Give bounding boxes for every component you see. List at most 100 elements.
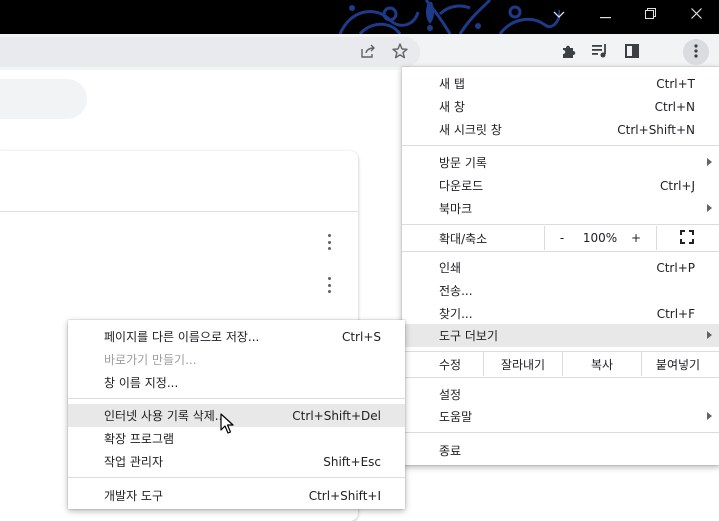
fullscreen-button[interactable] (672, 226, 702, 250)
submenu-item-clear-data[interactable]: 인터넷 사용 기록 삭제... Ctrl+Shift+Del (68, 404, 405, 427)
restore-button[interactable] (627, 0, 673, 30)
menu-item-label: 페이지를 다른 이름으로 저장... (104, 330, 260, 344)
card-divider (0, 211, 358, 212)
title-bar (0, 0, 719, 34)
menu-item-label: 작업 관리자 (104, 455, 164, 469)
submenu-item-name-window[interactable]: 창 이름 지정... (68, 371, 405, 394)
menu-item-print[interactable]: 인쇄 Ctrl+P (402, 256, 719, 279)
share-button[interactable] (358, 41, 380, 63)
zoom-in-button[interactable]: + (626, 226, 646, 250)
menu-item-label: 설정 (439, 388, 462, 402)
menu-item-label: 찾기... (439, 307, 473, 321)
menu-separator (402, 224, 719, 225)
menu-item-shortcut: Ctrl+Shift+I (308, 488, 381, 503)
more-tools-submenu: 페이지를 다른 이름으로 저장... Ctrl+S 바로가기 만들기... 창 … (68, 320, 405, 509)
menu-item-shortcut: Ctrl+T (656, 76, 695, 91)
side-panel-icon (625, 43, 639, 61)
menu-item-label: 개발자 도구 (104, 489, 164, 503)
zoom-divider (656, 226, 657, 250)
menu-item-shortcut: Shift+Esc (323, 454, 381, 469)
menu-separator (402, 251, 719, 252)
menu-item-label: 인터넷 사용 기록 삭제... (104, 409, 227, 423)
menu-item-label: 도움말 (439, 410, 473, 424)
submenu-item-extensions[interactable]: 확장 프로그램 (68, 427, 405, 450)
menu-separator (68, 398, 405, 399)
tab-search-button[interactable] (536, 0, 582, 30)
menu-item-find[interactable]: 찾기... Ctrl+F (402, 302, 719, 325)
menu-item-shortcut: Ctrl+P (656, 260, 695, 275)
zoom-level: 100% (582, 231, 618, 245)
edit-label: 수정 (439, 357, 462, 372)
side-panel-button[interactable] (621, 41, 643, 63)
chrome-main-menu: 새 탭 Ctrl+T 새 창 Ctrl+N 새 시크릿 창 Ctrl+Shift… (402, 67, 719, 465)
menu-item-help[interactable]: 도움말 (402, 405, 719, 428)
menu-item-new-tab[interactable]: 새 탭 Ctrl+T (402, 72, 719, 95)
menu-item-shortcut: Ctrl+Shift+N (617, 122, 695, 137)
menu-item-shortcut: Ctrl+Shift+Del (292, 408, 381, 423)
minimize-icon (599, 8, 611, 22)
menu-item-exit[interactable]: 종료 (402, 439, 719, 462)
zoom-row: 확대/축소 - 100% + (402, 226, 719, 250)
menu-item-shortcut: Ctrl+J (660, 178, 695, 193)
menu-item-cast[interactable]: 전송... (402, 279, 719, 302)
menu-item-label: 창 이름 지정... (104, 376, 179, 390)
submenu-item-task-manager[interactable]: 작업 관리자 Shift+Esc (68, 450, 405, 473)
submenu-item-dev-tools[interactable]: 개발자 도구 Ctrl+Shift+I (68, 484, 405, 507)
paste-button[interactable]: 붙여넣기 (642, 352, 714, 376)
browser-toolbar (0, 34, 719, 70)
menu-item-history[interactable]: 방문 기록 (402, 151, 719, 174)
row-more-icon[interactable] (327, 234, 331, 250)
bookmark-star-icon (392, 42, 408, 62)
share-icon (361, 44, 377, 61)
address-bar[interactable] (0, 37, 420, 67)
minimize-button[interactable] (582, 0, 628, 30)
menu-item-label: 도구 더보기 (439, 329, 499, 343)
submenu-arrow-icon (707, 204, 712, 212)
menu-item-label: 방문 기록 (439, 156, 487, 170)
submenu-item-save-page[interactable]: 페이지를 다른 이름으로 저장... Ctrl+S (68, 325, 405, 348)
menu-item-more-tools[interactable]: 도구 더보기 (402, 324, 719, 347)
menu-item-label: 바로가기 만들기... (104, 353, 197, 367)
search-box[interactable] (0, 79, 87, 119)
menu-separator (402, 432, 719, 433)
menu-item-label: 종료 (439, 444, 462, 458)
submenu-item-create-shortcut: 바로가기 만들기... (68, 348, 405, 371)
bookmark-button[interactable] (389, 41, 411, 63)
submenu-arrow-icon (707, 331, 712, 339)
menu-item-shortcut: Ctrl+F (656, 306, 695, 321)
extensions-button[interactable] (558, 41, 580, 63)
menu-item-new-window[interactable]: 새 창 Ctrl+N (402, 95, 719, 118)
zoom-label: 확대/축소 (439, 231, 488, 246)
submenu-arrow-icon (707, 158, 712, 166)
menu-item-settings[interactable]: 설정 (402, 383, 719, 406)
restore-icon (644, 8, 656, 22)
menu-item-label: 확장 프로그램 (104, 432, 175, 446)
zoom-out-button[interactable]: - (552, 226, 572, 250)
copy-button[interactable]: 복사 (563, 352, 641, 376)
extensions-icon (561, 43, 577, 62)
media-control-button[interactable] (589, 41, 611, 63)
cut-button[interactable]: 잘라내기 (484, 352, 562, 376)
menu-item-shortcut: Ctrl+N (654, 99, 695, 114)
kebab-menu-icon (694, 43, 698, 61)
fullscreen-icon (680, 229, 694, 247)
menu-separator (402, 145, 719, 146)
chevron-down-icon (553, 8, 565, 22)
menu-item-bookmarks[interactable]: 북마크 (402, 197, 719, 220)
menu-separator (402, 377, 719, 378)
menu-item-downloads[interactable]: 다운로드 Ctrl+J (402, 174, 719, 197)
menu-item-label: 새 시크릿 창 (439, 123, 502, 137)
menu-item-incognito[interactable]: 새 시크릿 창 Ctrl+Shift+N (402, 118, 719, 141)
menu-item-shortcut: Ctrl+S (341, 329, 381, 344)
theme-pattern (338, 0, 560, 34)
menu-item-label: 다운로드 (439, 179, 484, 193)
media-control-icon (592, 43, 608, 61)
close-button[interactable] (673, 0, 719, 30)
menu-item-label: 전송... (439, 284, 473, 298)
menu-item-label: 새 창 (439, 100, 465, 114)
row-more-icon[interactable] (327, 277, 331, 293)
chrome-menu-button[interactable] (683, 39, 709, 65)
menu-item-label: 새 탭 (439, 77, 465, 91)
zoom-divider (544, 226, 545, 250)
menu-separator (68, 477, 405, 478)
